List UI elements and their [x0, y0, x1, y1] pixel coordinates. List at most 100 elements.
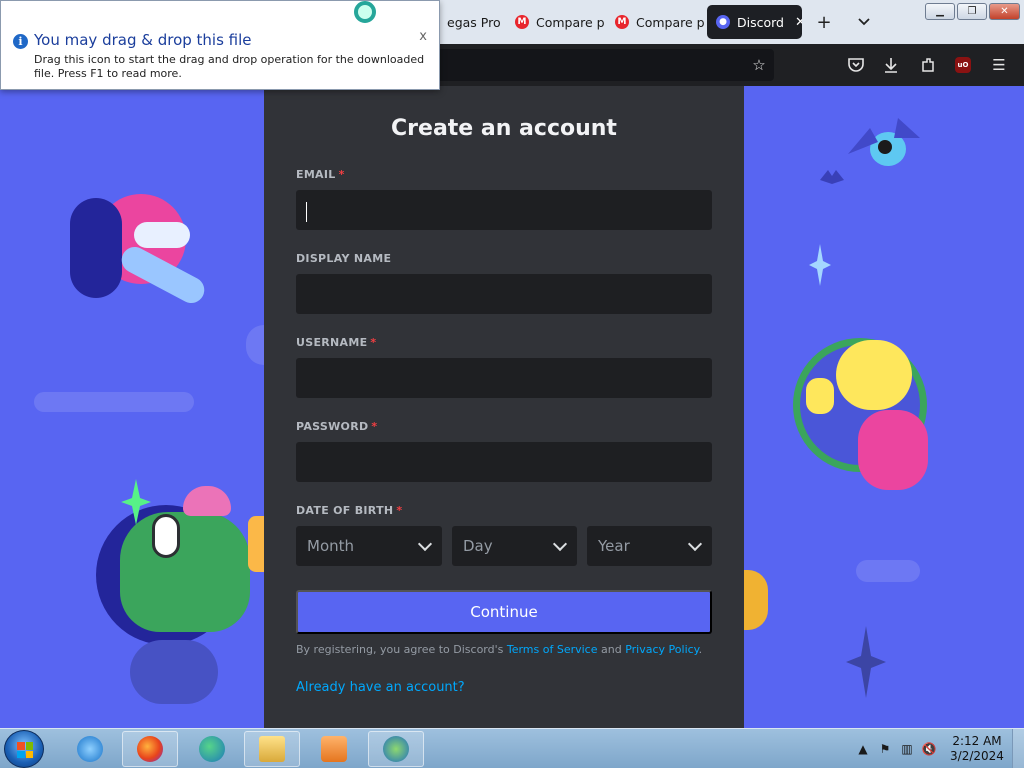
shadow-blob-decoration: [130, 640, 218, 704]
chevron-down-icon: [858, 18, 870, 26]
tab-label: Compare p: [636, 14, 705, 30]
bookmark-star-icon[interactable]: ☆: [748, 54, 770, 76]
day-select[interactable]: Day: [452, 526, 577, 566]
tab-vegas-pro[interactable]: egas Pro: [438, 5, 506, 39]
restore-button[interactable]: ❐: [957, 3, 987, 20]
cloud-decoration: [34, 392, 194, 412]
edge-icon: [199, 736, 225, 762]
menu-hamburger-icon[interactable]: ☰: [988, 54, 1010, 76]
username-field[interactable]: [296, 358, 712, 398]
year-select[interactable]: Year: [587, 526, 712, 566]
login-link[interactable]: Already have an account?: [296, 680, 465, 695]
folder-icon: [259, 736, 285, 762]
bat-wings-illustration: [848, 118, 920, 154]
label-text: USERNAME: [296, 336, 368, 349]
ublock-origin-icon[interactable]: uO: [952, 54, 974, 76]
label-text: EMAIL: [296, 168, 336, 181]
mega-icon: M: [515, 15, 529, 29]
sparkle-icon: [809, 244, 831, 286]
sparkle-icon: [121, 479, 151, 525]
firefox-taskbar-button[interactable]: [122, 731, 178, 767]
label-text: DATE OF BIRTH: [296, 504, 394, 517]
volume-muted-icon[interactable]: 🔇: [921, 741, 937, 757]
required-marker: *: [338, 168, 345, 181]
pocket-shape-icon: [848, 58, 864, 72]
notification-body: Drag this icon to start the drag and dro…: [34, 53, 425, 80]
download-file-drag-icon[interactable]: [354, 1, 376, 23]
tab-discord[interactable]: ● Discord ✕: [707, 5, 802, 39]
legal-text: By registering, you agree to Discord's: [296, 643, 507, 656]
tab-label: Compare p: [536, 14, 605, 30]
show-desktop-button[interactable]: [1012, 729, 1024, 768]
cloud-decoration: [246, 325, 264, 365]
email-label: EMAIL *: [296, 168, 345, 181]
monster-hair-illustration: [183, 486, 231, 516]
notification-title: You may drag & drop this file: [34, 31, 252, 49]
extensions-icon[interactable]: [917, 54, 939, 76]
label-text: DISPLAY NAME: [296, 252, 392, 265]
minimize-button[interactable]: ▁: [925, 3, 955, 20]
display-name-field[interactable]: [296, 274, 712, 314]
sparkle-icon: [846, 626, 886, 698]
tab-compare-2[interactable]: M Compare p: [606, 5, 706, 39]
legal-notice: By registering, you agree to Discord's T…: [296, 643, 712, 656]
close-icon[interactable]: x: [419, 29, 427, 44]
hooded-character-illustration: [70, 198, 122, 298]
month-select[interactable]: Month: [296, 526, 442, 566]
clock[interactable]: 2:12 AM 3/2/2024: [946, 734, 1008, 764]
chevron-down-icon: [417, 536, 433, 551]
tab-compare-1[interactable]: M Compare p: [506, 5, 606, 39]
cloud-decoration: [856, 560, 920, 582]
password-label: PASSWORD *: [296, 420, 377, 433]
media-player-taskbar-button[interactable]: [306, 731, 362, 767]
password-field[interactable]: [296, 442, 712, 482]
system-tray: ▲ ⚑ ▥ 🔇 2:12 AM 3/2/2024: [852, 729, 1024, 768]
chevron-down-icon: [552, 536, 568, 551]
privacy-policy-link[interactable]: Privacy Policy: [625, 643, 698, 656]
media-player-icon: [321, 736, 347, 762]
register-card: Create an account EMAIL * DISPLAY NAME US…: [264, 86, 744, 728]
edge-taskbar-button[interactable]: [184, 731, 240, 767]
internet-explorer-icon: [77, 736, 103, 762]
headphones-illustration: [152, 514, 180, 558]
required-marker: *: [370, 336, 377, 349]
continue-button[interactable]: Continue: [296, 590, 712, 634]
close-tab-icon[interactable]: ✕: [795, 15, 802, 30]
clock-time: 2:12 AM: [952, 734, 1002, 748]
green-monster-illustration: [120, 512, 250, 632]
network-icon[interactable]: ▥: [899, 741, 915, 757]
file-explorer-taskbar-button[interactable]: [244, 731, 300, 767]
taskbar: ▲ ⚑ ▥ 🔇 2:12 AM 3/2/2024: [0, 728, 1024, 768]
terms-of-service-link[interactable]: Terms of Service: [507, 643, 598, 656]
legal-text: and: [597, 643, 626, 656]
required-marker: *: [371, 420, 378, 433]
discord-icon: ●: [716, 15, 730, 29]
email-field[interactable]: [296, 190, 712, 230]
list-all-tabs-button[interactable]: [850, 8, 878, 36]
new-tab-button[interactable]: +: [810, 8, 838, 36]
start-button[interactable]: [4, 730, 44, 768]
internet-explorer-taskbar-button[interactable]: [62, 731, 118, 767]
pink-body-illustration: [858, 410, 928, 490]
chat-bubble-illustration: [134, 222, 190, 248]
chevron-down-icon: [687, 536, 703, 551]
page-title: Create an account: [391, 116, 617, 141]
year-placeholder: Year: [598, 537, 630, 555]
address-bar[interactable]: [420, 49, 774, 81]
puzzle-icon: [922, 58, 934, 72]
downloads-icon[interactable]: [880, 54, 902, 76]
yellow-creature-illustration: [248, 516, 264, 572]
date-of-birth-label: DATE OF BIRTH *: [296, 504, 402, 517]
internet-download-manager-taskbar-button[interactable]: [368, 731, 424, 767]
month-placeholder: Month: [307, 537, 355, 555]
tab-label: egas Pro: [447, 14, 501, 30]
close-window-button[interactable]: ✕: [989, 3, 1020, 20]
text-caret: [306, 202, 307, 222]
waving-hand-illustration: [806, 378, 834, 414]
show-hidden-icons-icon[interactable]: ▲: [855, 741, 871, 757]
label-text: PASSWORD: [296, 420, 369, 433]
mega-icon: M: [615, 15, 629, 29]
pocket-icon[interactable]: [845, 54, 867, 76]
action-center-flag-icon[interactable]: ⚑: [877, 741, 893, 757]
legal-text: .: [698, 643, 703, 656]
